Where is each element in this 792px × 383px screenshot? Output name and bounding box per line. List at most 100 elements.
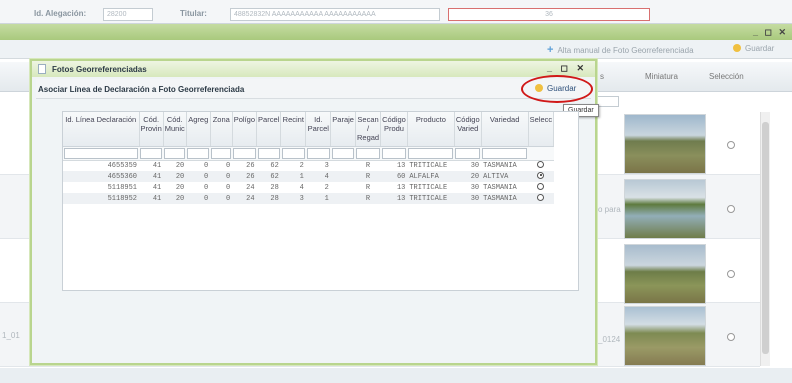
background-select-radio[interactable] <box>727 333 735 341</box>
titular-field[interactable]: 48852832N AAAAAAAAAAA AAAAAAAAAAA <box>230 8 440 21</box>
table-row[interactable]: 4655360 41 20 0 0 26 62 1 4 R 60 ALFALFA 20 ALTIVA <box>63 171 554 182</box>
column-header[interactable]: Polígo <box>232 112 258 147</box>
filter-input[interactable] <box>211 147 232 159</box>
photo-thumbnail[interactable] <box>624 179 706 239</box>
table-cell: 41 <box>152 161 162 170</box>
column-header[interactable]: Cód. Munic <box>163 112 187 147</box>
filter-input[interactable] <box>455 147 481 159</box>
table-cell: 0 <box>204 183 209 192</box>
filter-input[interactable] <box>356 147 380 159</box>
table-cell: 20 <box>175 161 185 170</box>
background-save-button[interactable]: Guardar <box>733 44 774 53</box>
table-cell: 28 <box>270 183 279 192</box>
column-header[interactable]: Secan / Regad <box>355 112 382 147</box>
table-cell: 0 <box>186 193 211 204</box>
column-header[interactable]: Id. Parcel <box>305 112 332 147</box>
column-header[interactable]: Código Varied <box>454 112 482 147</box>
declaration-lines-grid: Id. Línea Declaración Cód. Provin Cód. Mun… <box>62 111 579 291</box>
select-radio[interactable] <box>537 171 545 179</box>
scrollbar-thumb[interactable] <box>762 122 769 354</box>
top-filter-bar: Id. Alegación: 28200 Titular: 48852832N … <box>0 0 792 24</box>
column-filter <box>210 146 233 161</box>
column-header[interactable]: Paraje <box>330 112 356 147</box>
background-select-radio[interactable] <box>727 205 735 213</box>
photo-thumbnail[interactable] <box>624 244 706 304</box>
filter-input[interactable] <box>381 147 407 159</box>
column-header[interactable]: Código Produ <box>380 112 408 147</box>
filter-input[interactable] <box>331 147 355 159</box>
column-filter <box>481 146 529 161</box>
alegacion-field[interactable]: 28200 <box>103 8 153 21</box>
table-cell: 20 <box>175 183 185 192</box>
table-cell: 13 <box>396 161 406 170</box>
table-cell: 24 <box>232 193 257 204</box>
column-header[interactable]: Cód. Provin <box>139 112 164 147</box>
column-header[interactable]: Parcel <box>256 112 282 147</box>
titular-label: Titular: <box>180 9 207 18</box>
column-header[interactable]: Agreg <box>186 112 211 147</box>
table-cell: 0 <box>204 161 209 170</box>
grid-filter-row <box>63 146 554 161</box>
filter-input[interactable] <box>281 147 305 159</box>
select-radio[interactable] <box>537 160 545 168</box>
table-cell: R <box>355 171 381 182</box>
select-cell <box>528 182 554 193</box>
column-header[interactable]: Selecc <box>528 112 555 147</box>
select-radio[interactable] <box>537 193 545 201</box>
table-cell: 41 <box>139 193 164 204</box>
background-filter-field[interactable] <box>597 96 619 107</box>
filter-input[interactable] <box>140 147 163 159</box>
background-select-radio[interactable] <box>727 141 735 149</box>
column-header[interactable]: Variedad <box>481 112 529 147</box>
filter-input[interactable] <box>64 147 138 159</box>
filter-input[interactable] <box>408 147 454 159</box>
background-select-radio[interactable] <box>727 270 735 278</box>
column-filter <box>163 146 187 161</box>
document-icon <box>38 64 46 74</box>
dialog-subheader: Asociar Línea de Declaración a Foto Geor… <box>36 79 591 99</box>
add-photo-button[interactable]: + Alta manual de Foto Georreferenciada <box>547 44 694 56</box>
filter-input[interactable] <box>164 147 186 159</box>
column-header[interactable]: Recint <box>280 112 307 147</box>
filter-input[interactable] <box>187 147 210 159</box>
photo-thumbnail[interactable] <box>624 306 706 366</box>
table-cell: 20 <box>163 171 187 182</box>
column-filter <box>280 146 306 161</box>
table-cell: 62 <box>270 161 279 170</box>
declaration-table: Id. Línea Declaración Cód. Provin Cód. Mun… <box>63 112 555 204</box>
table-row[interactable]: 4655359 41 20 0 0 26 62 2 3 R 13 TRITICALE 30 TASMANI… <box>63 160 554 171</box>
filter-input[interactable] <box>306 147 330 159</box>
table-cell: 0 <box>210 193 233 204</box>
table-cell: 28 <box>256 193 281 204</box>
table-cell: 24 <box>246 183 255 192</box>
column-filter <box>330 146 356 161</box>
background-scrollbar[interactable] <box>760 112 770 366</box>
dialog-title-bar[interactable]: Fotos Georreferenciadas _ ◻ ✕ <box>32 61 595 77</box>
filter-input[interactable] <box>233 147 256 159</box>
table-cell: 62 <box>256 171 281 182</box>
column-filter <box>63 146 139 161</box>
filter-input[interactable] <box>482 147 528 159</box>
table-cell: ALFALFA <box>407 171 455 182</box>
table-cell: 0 <box>226 183 231 192</box>
table-row[interactable]: 5118952 41 20 0 0 24 28 3 1 R 13 TRITICALE 30 TASMANI… <box>63 193 554 204</box>
dialog-window-controls[interactable]: _ ◻ ✕ <box>547 63 587 74</box>
table-cell: TRITICALE <box>409 183 448 192</box>
dialog-subtitle: Asociar Línea de Declaración a Foto Geor… <box>38 85 245 94</box>
table-cell: TASMANIA <box>481 193 529 204</box>
column-filter <box>355 146 381 161</box>
table-cell <box>331 182 356 193</box>
select-radio[interactable] <box>537 182 545 190</box>
app-window-controls[interactable]: _ ◻ ✕ <box>753 27 788 38</box>
column-filter <box>256 146 281 161</box>
table-cell: TASMANIA <box>483 161 517 170</box>
table-row[interactable]: 5118951 41 20 0 0 24 28 4 2 R 13 TRITICALE 30 TASMANI… <box>63 182 554 193</box>
filter-input[interactable] <box>257 147 280 159</box>
column-header[interactable]: Producto <box>407 112 455 147</box>
table-cell: 41 <box>139 171 164 182</box>
photo-thumbnail[interactable] <box>624 114 706 174</box>
column-header[interactable]: Id. Línea Declaración <box>63 112 140 147</box>
column-header[interactable]: Zona <box>210 112 233 147</box>
extra-field[interactable]: 36 <box>448 8 650 21</box>
background-cell-text: o para <box>598 205 621 214</box>
